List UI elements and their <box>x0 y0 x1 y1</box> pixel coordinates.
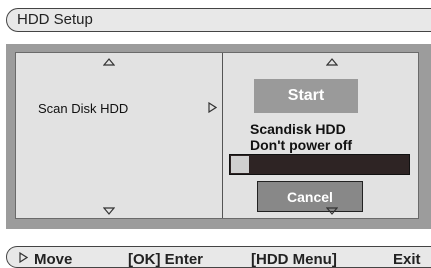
main-panel: Scan Disk HDD Start Scandisk HDD Don't p… <box>6 44 431 229</box>
column-divider <box>222 53 223 218</box>
move-icon <box>19 252 28 263</box>
menu-item-scan-disk-hdd[interactable]: Scan Disk HDD <box>38 101 128 116</box>
hint-ok-enter: [OK] Enter <box>128 251 203 268</box>
status-line: Don't power off <box>250 137 353 153</box>
scroll-down-icon[interactable] <box>326 207 338 215</box>
start-button-label: Start <box>287 87 325 104</box>
title-bar: HDD Setup <box>6 8 431 32</box>
cancel-button[interactable]: Cancel <box>257 181 363 212</box>
key-hint-bar: Move [OK] Enter [HDD Menu] Exit <box>6 246 431 268</box>
submenu-arrow-icon <box>208 102 217 113</box>
hint-hdd-menu: [HDD Menu] <box>251 251 337 268</box>
scroll-up-icon[interactable] <box>103 58 115 66</box>
hint-exit: Exit <box>393 251 421 268</box>
progress-bar <box>229 154 410 175</box>
start-button[interactable]: Start <box>254 79 358 113</box>
progress-fill <box>231 156 249 173</box>
hint-move: Move <box>34 251 73 268</box>
scroll-up-icon[interactable] <box>326 58 338 66</box>
hdd-setup-panel: Scan Disk HDD Start Scandisk HDD Don't p… <box>15 52 419 219</box>
scroll-down-icon[interactable] <box>103 207 115 215</box>
cancel-button-label: Cancel <box>287 188 333 205</box>
page-title: HDD Setup <box>17 11 93 28</box>
status-line: Scandisk HDD <box>250 121 346 137</box>
